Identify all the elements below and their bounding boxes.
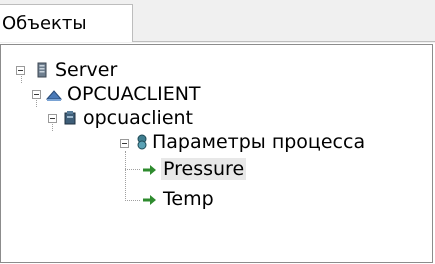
tree-node-pressure[interactable]: Pressure	[1, 158, 301, 180]
tree-node-label: Server	[55, 59, 118, 81]
tree-node-server[interactable]: Server	[1, 59, 201, 81]
collapse-toggle[interactable]	[32, 90, 41, 99]
tree-node-label: Temp	[163, 188, 214, 210]
computer-icon	[45, 90, 63, 101]
tag-arrow-icon	[143, 195, 156, 205]
tree-node-opcuaclient-computer[interactable]: OPCUACLIENT	[1, 83, 301, 105]
server-icon	[37, 62, 47, 78]
objects-window: Объекты Server OPCUACLIENT opcuaclient П…	[0, 0, 435, 264]
folder-group-icon	[137, 134, 147, 150]
collapse-toggle[interactable]	[120, 139, 129, 148]
tab-objects-label: Объекты	[2, 13, 87, 34]
tree-node-label: Параметры процесса	[152, 131, 366, 153]
collapse-toggle[interactable]	[16, 66, 25, 75]
tree-node-process-parameters[interactable]: Параметры процесса	[1, 131, 431, 153]
tag-arrow-icon	[143, 165, 156, 175]
tab-strip: Объекты	[0, 0, 435, 43]
tab-strip-divider	[133, 41, 435, 42]
tree-node-opcuaclient-device[interactable]: opcuaclient	[1, 107, 301, 129]
tree-node-label: OPCUACLIENT	[67, 83, 201, 105]
object-tree[interactable]: Server OPCUACLIENT opcuaclient Параметры…	[0, 44, 433, 263]
tree-node-label: Pressure	[161, 158, 247, 180]
collapse-toggle[interactable]	[48, 114, 57, 123]
tree-node-temp[interactable]: Temp	[1, 188, 301, 210]
tree-node-label: opcuaclient	[83, 107, 194, 129]
tab-objects[interactable]: Объекты	[0, 4, 133, 42]
device-icon	[64, 111, 76, 125]
